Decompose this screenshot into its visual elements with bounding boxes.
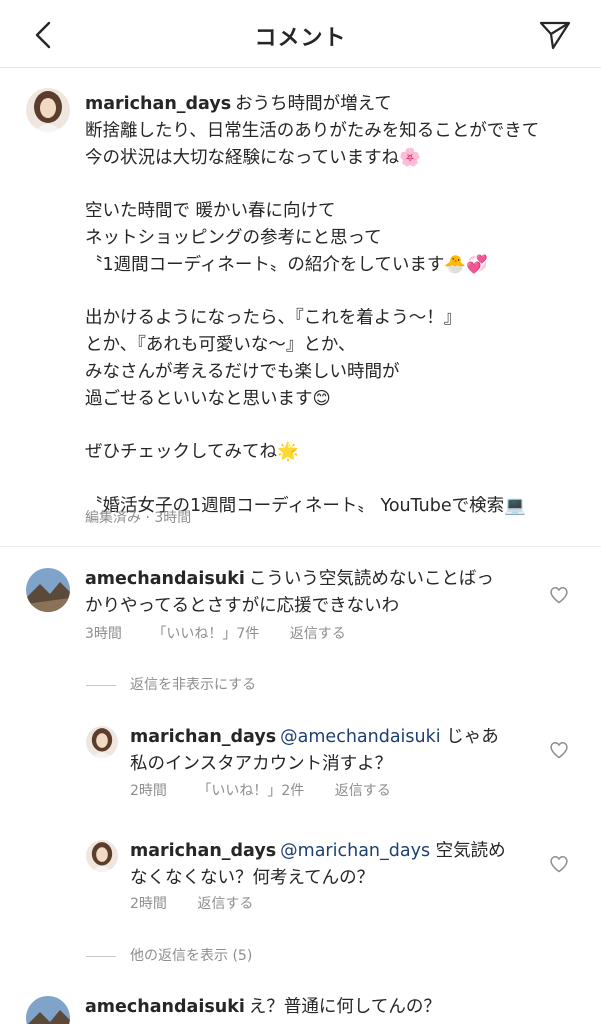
caption-line: 断捨離したり、日常生活のありがたみを知ることができて	[85, 120, 540, 141]
caption-line: おうち時間が増えて	[235, 94, 392, 114]
mention-link[interactable]: @amechandaisuki	[280, 727, 440, 747]
page-title: コメント	[254, 26, 347, 51]
comment: amechandaisuki こういう空気読めないことばっ かりやってるとさすがに…	[0, 560, 601, 650]
top-bar: コメント	[0, 0, 601, 68]
reply-button[interactable]: 返信する	[335, 783, 391, 799]
heart-outline-icon[interactable]	[549, 740, 569, 760]
reply-button[interactable]: 返信する	[290, 626, 346, 642]
avatar[interactable]	[26, 88, 70, 132]
show-more-replies-button[interactable]: 他の返信を表示 (5)	[86, 945, 252, 965]
mention-link[interactable]: @marichan_days	[280, 841, 430, 861]
post-caption: marichan_days おうち時間が増えて 断捨離したり、日常生活のありがたみ…	[0, 69, 601, 547]
caption-line: 過ごせるといいなと思います😊	[85, 388, 331, 409]
comment-username[interactable]: amechandaisuki	[85, 997, 245, 1017]
reply-button[interactable]: 返信する	[197, 896, 253, 912]
hide-replies-button[interactable]: 返信を非表示にする	[86, 674, 256, 694]
comment-meta: 2時間 返信する	[130, 893, 279, 913]
caption-line: ネットショッピングの参考にと思って	[85, 227, 382, 248]
comment-text: marichan_days @marichan_days 空気読め なくなくない？…	[130, 841, 506, 888]
heart-outline-icon[interactable]	[549, 585, 569, 605]
comment-time: 3時間	[85, 626, 122, 642]
avatar[interactable]	[86, 726, 118, 758]
caption-line: とか、『あれも可愛いな〜』とか、	[85, 335, 356, 356]
comment-time: 2時間	[130, 896, 167, 912]
comment-username[interactable]: marichan_days	[130, 841, 276, 861]
reply-comment: marichan_days @amechandaisuki じゃあ 私のインスタア…	[0, 718, 601, 808]
likes-count[interactable]: 「いいね！」2件	[197, 783, 304, 799]
comment: amechandaisuki え？普通に何してんの？	[0, 990, 601, 1024]
caption-line: みなさんが考えるだけでも楽しい時間が	[85, 361, 400, 382]
caption-line: ぜひチェックしてみてね🌟	[85, 442, 299, 463]
caption-line: 今の状況は大切な経験になっていますね🌸	[85, 147, 421, 168]
caption-text: marichan_days おうち時間が増えて 断捨離したり、日常生活のありがたみ…	[85, 91, 585, 520]
comment-text: amechandaisuki こういう空気読めないことばっ かりやってるとさすがに…	[85, 569, 494, 616]
comment-text: amechandaisuki え？普通に何してんの？	[85, 997, 441, 1017]
caption-line: 空いた時間で 暖かい春に向けて	[85, 201, 336, 222]
avatar[interactable]	[86, 840, 118, 872]
comment-text: marichan_days @amechandaisuki じゃあ 私のインスタア…	[130, 727, 499, 774]
comment-meta: 3時間 「いいね！」7件 返信する	[85, 623, 372, 643]
caption-meta: 編集済み · 3時間	[85, 510, 192, 526]
share-button[interactable]	[537, 18, 573, 52]
caption-username[interactable]: marichan_days	[85, 94, 231, 114]
comment-username[interactable]: amechandaisuki	[85, 569, 245, 589]
comment-username[interactable]: marichan_days	[130, 727, 276, 747]
reply-comment: marichan_days @marichan_days 空気読め なくなくない？…	[0, 832, 601, 922]
caption-line: 〝1週間コーディネート〟の紹介をしています🐣💞	[85, 254, 488, 275]
likes-count[interactable]: 「いいね！」7件	[152, 626, 259, 642]
comment-meta: 2時間 「いいね！」2件 返信する	[130, 780, 417, 800]
comment-time: 2時間	[130, 783, 167, 799]
avatar[interactable]	[26, 996, 70, 1024]
paper-plane-icon	[539, 21, 571, 50]
heart-outline-icon[interactable]	[549, 854, 569, 874]
avatar[interactable]	[26, 568, 70, 612]
caption-line: 出かけるようになったら、『これを着よう〜！』	[85, 308, 462, 329]
